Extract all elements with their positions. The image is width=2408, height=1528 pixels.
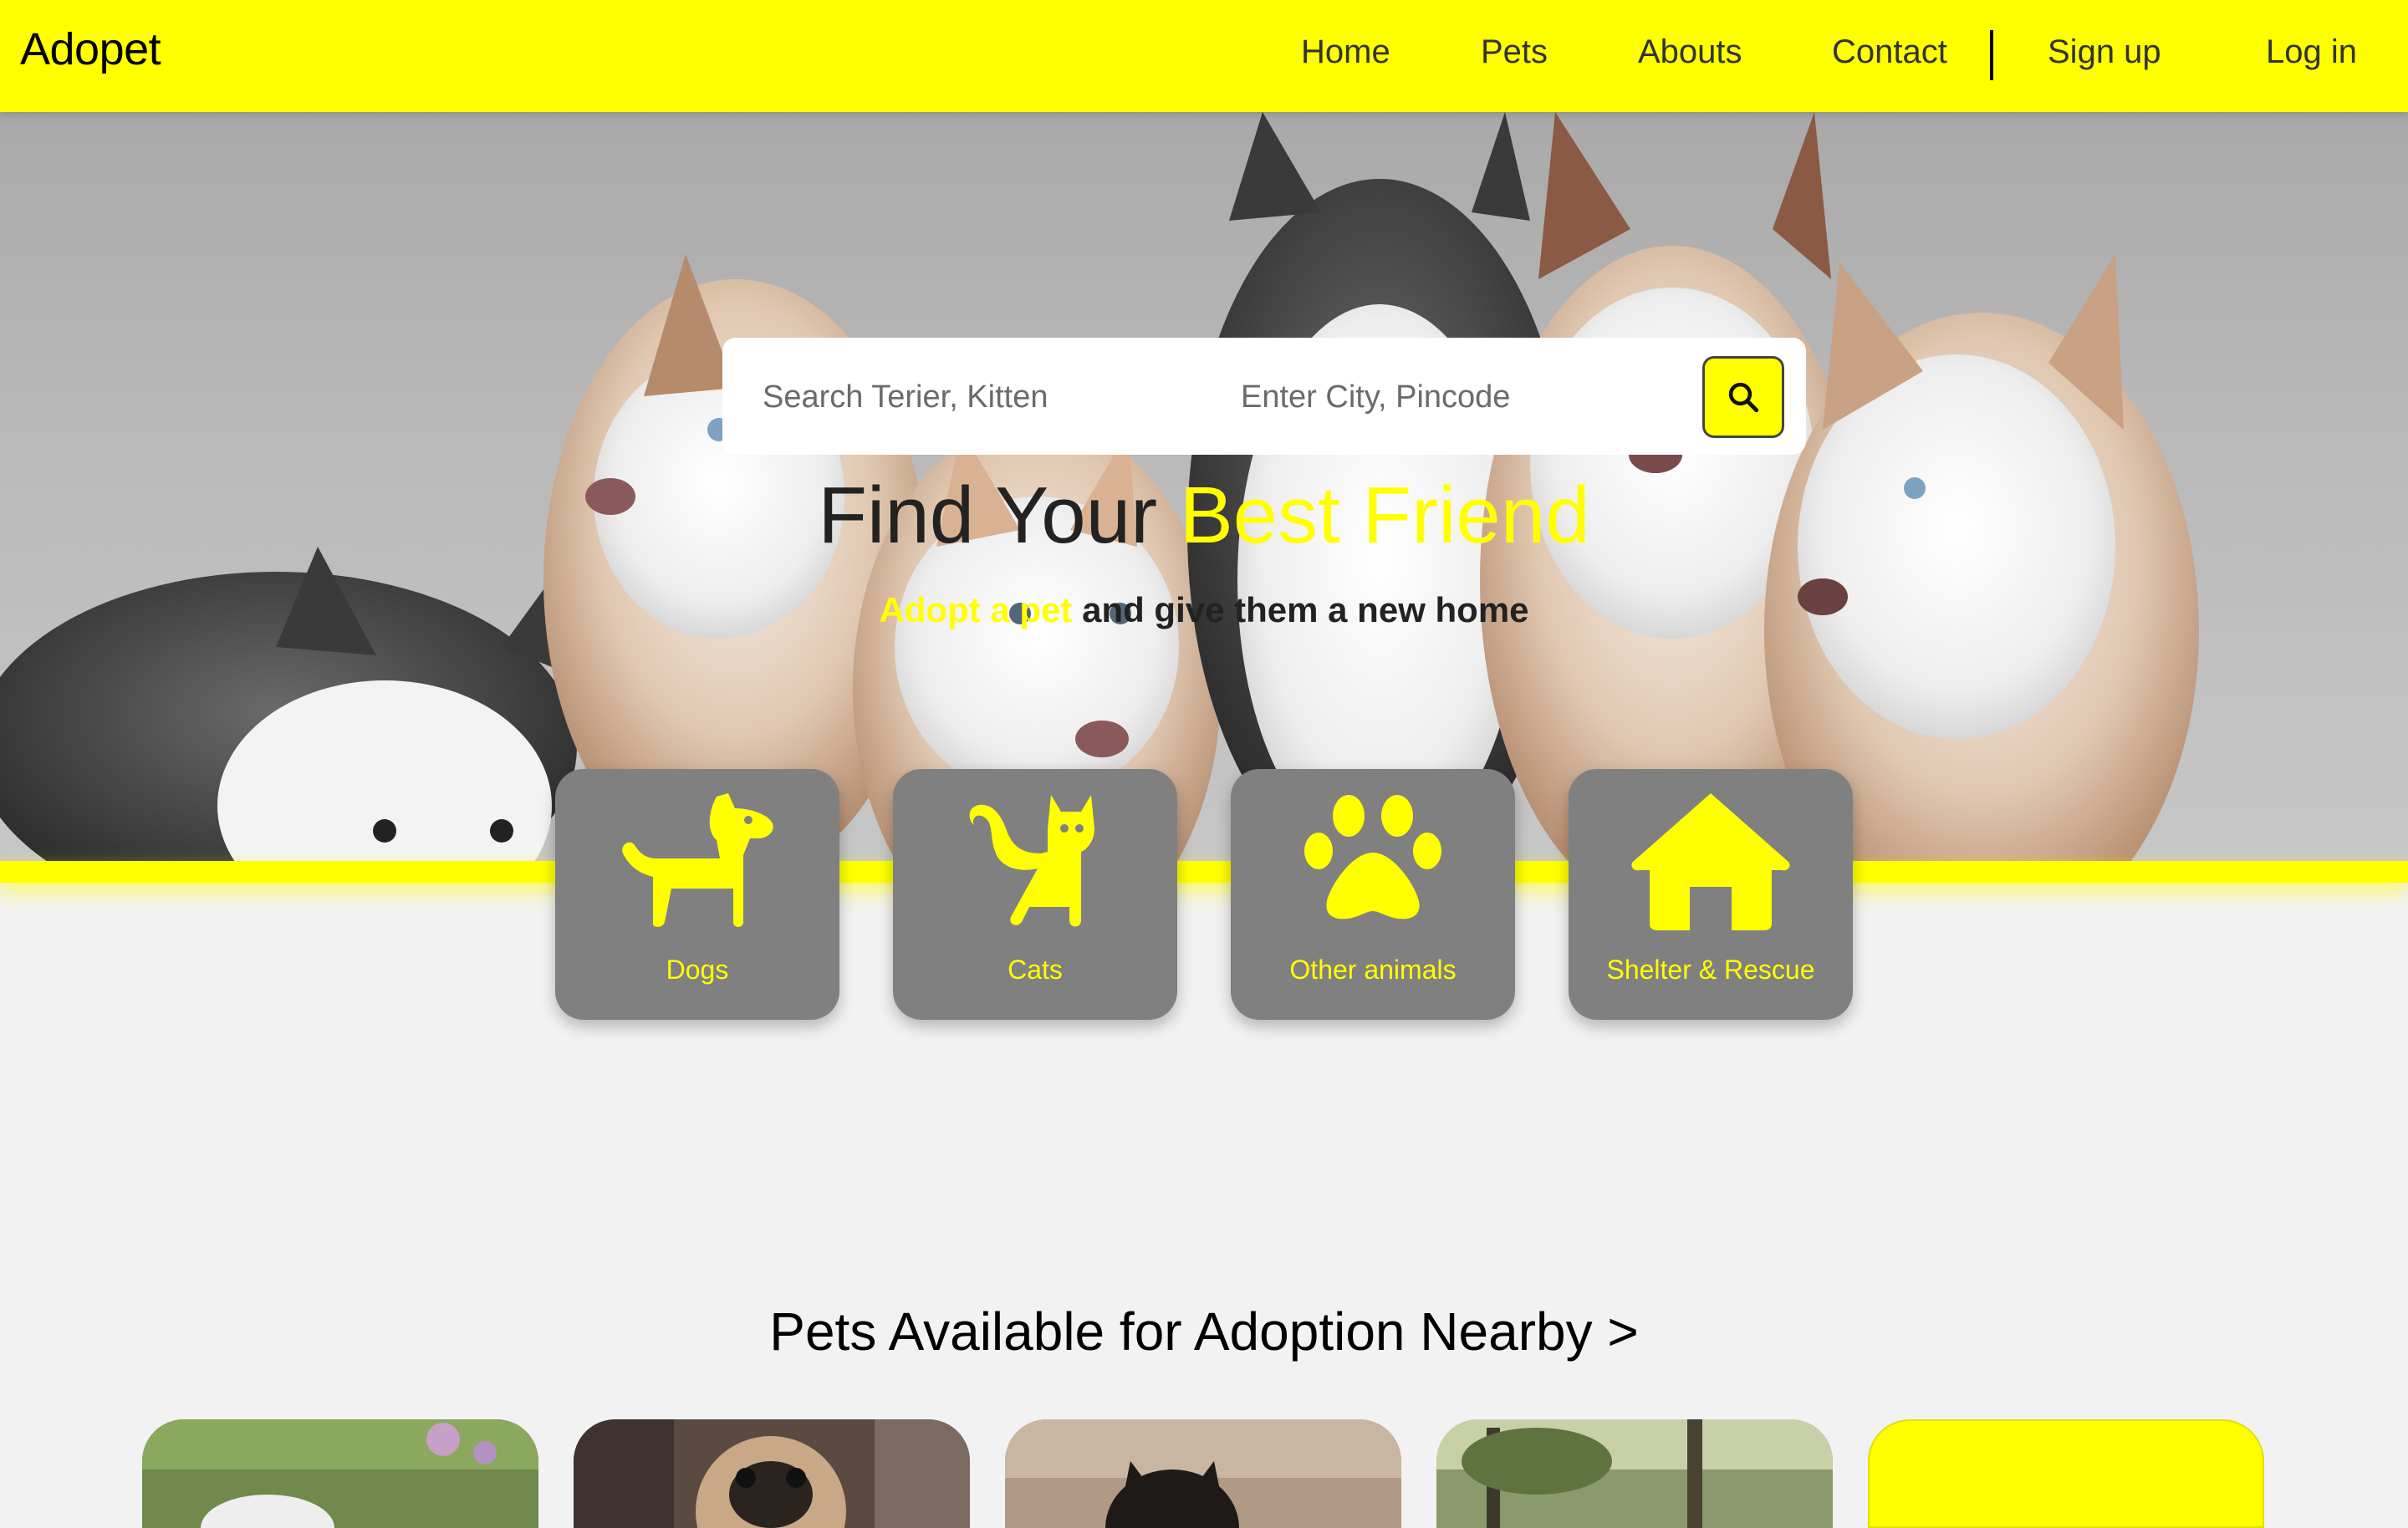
login-link[interactable]: Log in — [2266, 33, 2357, 71]
category-label-shelter-rescue: Shelter & Rescue — [1606, 955, 1815, 985]
hero-title-highlight: Best Friend — [1179, 471, 1590, 560]
nav-divider — [1990, 30, 1993, 80]
category-label-other-animals: Other animals — [1289, 955, 1457, 985]
pet-card-5[interactable] — [1868, 1419, 2264, 1528]
hero-subtitle-plain: and give them a new home — [1072, 590, 1529, 629]
top-navbar: Adopet Home Pets Abouts Contact Sign up … — [0, 0, 2408, 112]
pet-photo-2 — [574, 1419, 970, 1528]
pet-photo-1 — [142, 1419, 538, 1528]
category-card-cats[interactable]: Cats — [893, 769, 1177, 1020]
pet-card-1[interactable] — [142, 1419, 538, 1528]
search-button[interactable] — [1702, 356, 1784, 438]
nav-link-pets[interactable]: Pets — [1481, 33, 1548, 71]
hero-banner: Find Your Best Friend Adopt a pet and gi… — [0, 112, 2408, 861]
category-card-shelter-rescue[interactable]: Shelter & Rescue — [1569, 769, 1853, 1020]
search-icon — [1728, 382, 1759, 413]
hero-title-plain: Find Your — [818, 471, 1180, 560]
pet-search-input[interactable] — [761, 368, 1196, 426]
nav-link-contact[interactable]: Contact — [1832, 33, 1947, 71]
pet-card-3[interactable] — [1005, 1419, 1401, 1528]
nearby-pets-title[interactable]: Pets Available for Adoption Nearby > — [0, 1301, 2408, 1362]
category-label-cats: Cats — [1008, 955, 1063, 985]
category-label-dogs: Dogs — [666, 955, 729, 985]
search-bar — [722, 338, 1806, 455]
dog-icon — [622, 793, 773, 927]
location-search-input[interactable] — [1239, 368, 1674, 426]
hero-title: Find Your Best Friend — [0, 470, 2408, 562]
hero-subtitle-highlight: Adopt a pet — [879, 590, 1073, 629]
brand-logo[interactable]: Adopet — [20, 23, 161, 75]
paw-icon — [1304, 795, 1441, 919]
pet-card-4[interactable] — [1436, 1419, 1833, 1528]
nav-link-home[interactable]: Home — [1301, 33, 1390, 71]
cat-icon — [969, 795, 1094, 927]
pet-card-2[interactable] — [574, 1419, 970, 1528]
category-card-other-animals[interactable]: Other animals — [1231, 769, 1515, 1020]
pet-photo-3 — [1005, 1419, 1401, 1528]
hero-subtitle: Adopt a pet and give them a new home — [0, 590, 2408, 630]
pet-photo-4 — [1436, 1419, 1833, 1528]
category-card-dogs[interactable]: Dogs — [555, 769, 839, 1020]
house-icon — [1631, 793, 1790, 930]
signup-link[interactable]: Sign up — [2048, 33, 2161, 71]
hero-accent-band — [0, 861, 2408, 883]
nav-link-abouts[interactable]: Abouts — [1638, 33, 1742, 71]
